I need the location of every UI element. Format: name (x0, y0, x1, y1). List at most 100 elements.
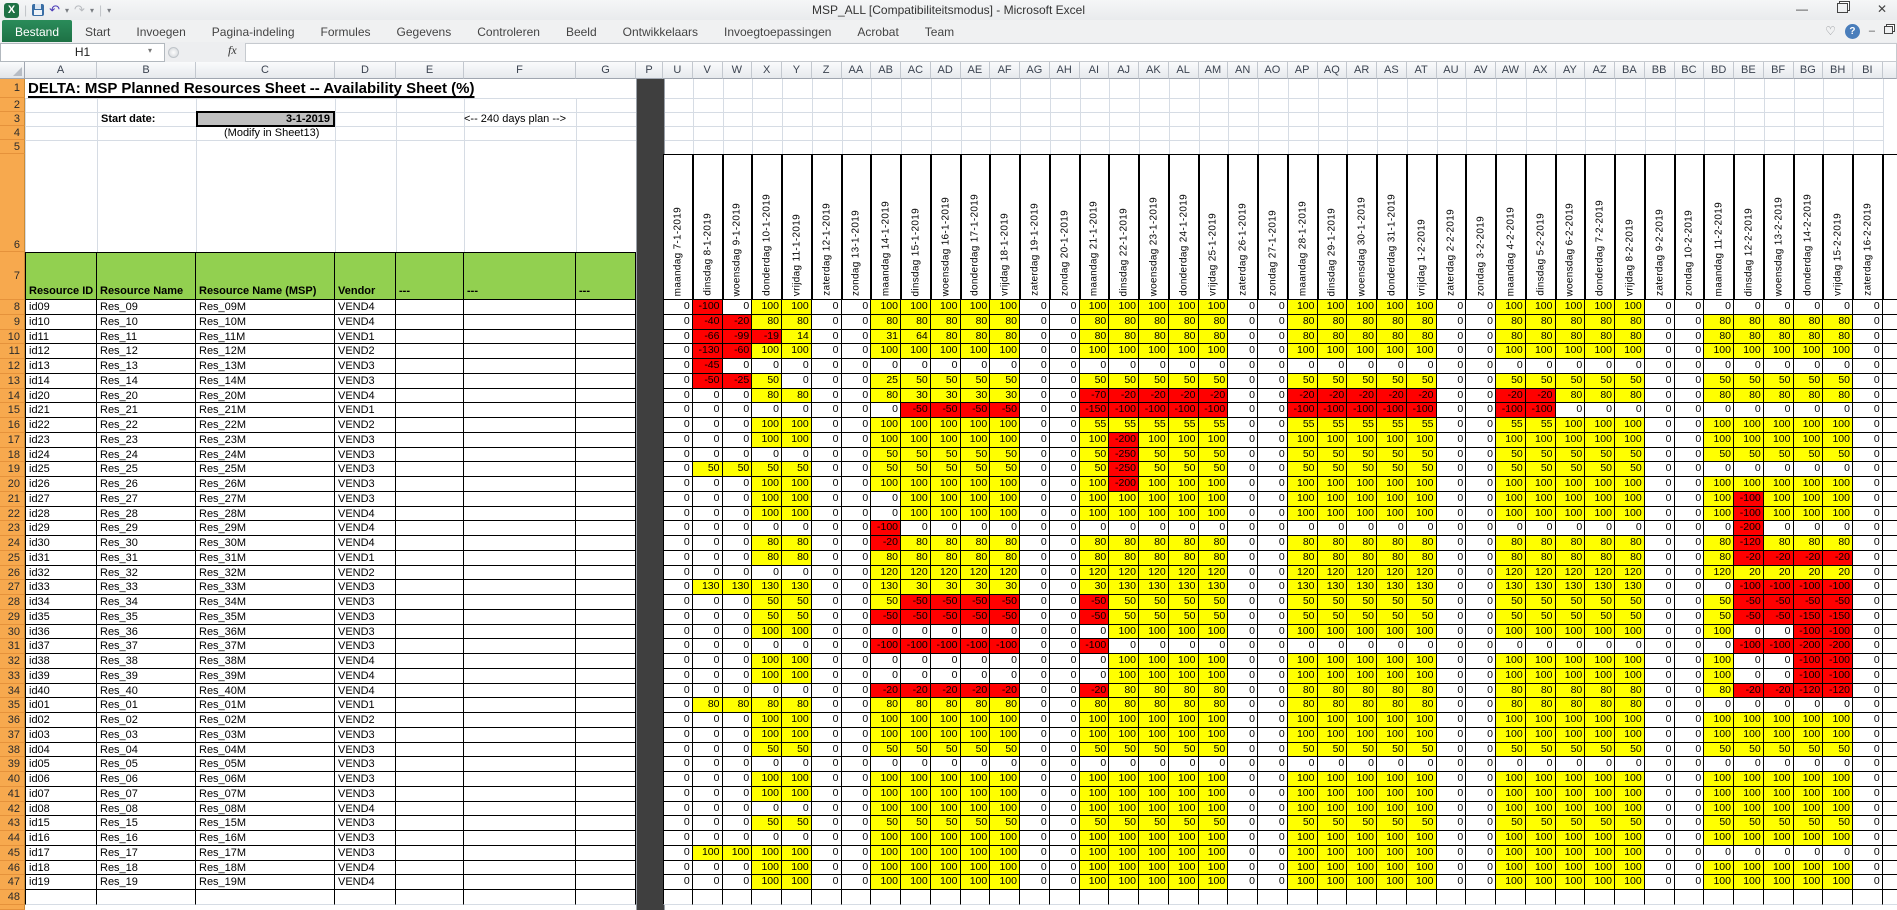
cell-AN36[interactable]: 0 (1228, 713, 1258, 728)
cell-F42[interactable] (464, 802, 576, 817)
select-all-corner[interactable] (0, 62, 25, 79)
cell-AG24[interactable]: 0 (1020, 536, 1050, 551)
cell-G29[interactable] (576, 610, 636, 625)
cell-AS38[interactable]: 50 (1377, 743, 1407, 758)
cell-G8[interactable] (576, 300, 636, 315)
cell-BD30[interactable]: 100 (1704, 625, 1734, 640)
cell-partial-29[interactable] (1883, 610, 1897, 625)
cell-X43[interactable]: 50 (752, 816, 782, 831)
cell-AD31[interactable]: -100 (931, 639, 961, 654)
cell-AQ11[interactable]: 100 (1318, 344, 1348, 359)
cell-BB18[interactable]: 0 (1645, 448, 1675, 463)
cell-AO26[interactable]: 0 (1258, 566, 1288, 581)
cell-E27[interactable] (396, 580, 464, 595)
cell-AT9[interactable]: 80 (1407, 315, 1437, 330)
cell-BG21[interactable]: 100 (1794, 492, 1824, 507)
cell-BG22[interactable]: 100 (1794, 507, 1824, 522)
cell-F23[interactable] (464, 521, 576, 536)
cell-A25[interactable]: id31 (25, 551, 97, 566)
cell-BC13[interactable]: 0 (1675, 374, 1705, 389)
cell-B28[interactable]: Res_34 (97, 595, 196, 610)
cell-AQ18[interactable]: 50 (1318, 448, 1348, 463)
cell-BF23[interactable]: 0 (1764, 521, 1794, 536)
cell-AR42[interactable]: 100 (1347, 802, 1377, 817)
cell-AK21[interactable]: 100 (1139, 492, 1169, 507)
cell-AY24[interactable]: 80 (1556, 536, 1586, 551)
cell-AM38[interactable]: 50 (1199, 743, 1229, 758)
cell-AT27[interactable]: 130 (1407, 580, 1437, 595)
cell-AW28[interactable]: 50 (1496, 595, 1526, 610)
cell-BC33[interactable]: 0 (1675, 669, 1705, 684)
cell-BH44[interactable]: 100 (1823, 831, 1853, 846)
cell-E45[interactable] (396, 846, 464, 861)
cell-AJ16[interactable]: 55 (1109, 418, 1139, 433)
cell-W35[interactable]: 80 (723, 698, 753, 713)
cell-AN42[interactable]: 0 (1228, 802, 1258, 817)
cell-G13[interactable] (576, 374, 636, 389)
cell-AT34[interactable]: 80 (1407, 684, 1437, 699)
cell-BF29[interactable]: -50 (1764, 610, 1794, 625)
cell-D39[interactable]: VEND3 (335, 757, 396, 772)
cell-V39[interactable]: 0 (693, 757, 723, 772)
cell-AP25[interactable]: 80 (1288, 551, 1318, 566)
cell-AL41[interactable]: 100 (1169, 787, 1199, 802)
cell-AE37[interactable]: 100 (961, 728, 991, 743)
cell-AI26[interactable]: 120 (1080, 566, 1110, 581)
cell-C35[interactable]: Res_01M (196, 698, 335, 713)
col-header-BD[interactable]: BD (1704, 62, 1734, 79)
cell-BA31[interactable]: 0 (1615, 639, 1645, 654)
cell-U42[interactable]: 0 (663, 802, 693, 817)
cell-AT45[interactable]: 100 (1407, 846, 1437, 861)
cell-AC43[interactable]: 50 (901, 816, 931, 831)
cell-AQ25[interactable]: 80 (1318, 551, 1348, 566)
cell-AL33[interactable]: 100 (1169, 669, 1199, 684)
cell-AK34[interactable]: 80 (1139, 684, 1169, 699)
cell-AR27[interactable]: 130 (1347, 580, 1377, 595)
cell-BB15[interactable]: 0 (1645, 403, 1675, 418)
cell-A44[interactable]: id16 (25, 831, 97, 846)
cell-BE25[interactable]: -20 (1734, 551, 1764, 566)
cell-X35[interactable]: 80 (752, 698, 782, 713)
cell-AA22[interactable]: 0 (842, 507, 872, 522)
cell-AA43[interactable]: 0 (842, 816, 872, 831)
cell-AP22[interactable]: 100 (1288, 507, 1318, 522)
cell-E9[interactable] (396, 315, 464, 330)
cell-G43[interactable] (576, 816, 636, 831)
cell-BG13[interactable]: 50 (1794, 374, 1824, 389)
cell-X39[interactable]: 0 (752, 757, 782, 772)
cell-BI26[interactable]: 0 (1853, 566, 1883, 581)
cell-BG17[interactable]: 100 (1794, 433, 1824, 448)
row-header-41[interactable]: 41 (0, 787, 25, 802)
cell-BG9[interactable]: 80 (1794, 315, 1824, 330)
cell-AZ18[interactable]: 50 (1585, 448, 1615, 463)
cell-AF34[interactable]: -20 (990, 684, 1020, 699)
cell-B12[interactable]: Res_13 (97, 359, 196, 374)
cell-BD46[interactable]: 100 (1704, 861, 1734, 876)
cell-AD24[interactable]: 80 (931, 536, 961, 551)
cell-partial-26[interactable] (1883, 566, 1897, 581)
cell-AX44[interactable]: 100 (1526, 831, 1556, 846)
cell-AM28[interactable]: 50 (1199, 595, 1229, 610)
cell-BG34[interactable]: -120 (1794, 684, 1824, 699)
cell-AA46[interactable]: 0 (842, 861, 872, 876)
cell-G17[interactable] (576, 433, 636, 448)
cell-AT33[interactable]: 100 (1407, 669, 1437, 684)
cell-BI39[interactable]: 0 (1853, 757, 1883, 772)
cell-AH12[interactable]: 0 (1050, 359, 1080, 374)
col-header-AU[interactable]: AU (1437, 62, 1467, 79)
row-header-25[interactable]: 25 (0, 551, 25, 566)
cell-E22[interactable] (396, 507, 464, 522)
cell-AS48[interactable] (1377, 890, 1407, 905)
cell-AK30[interactable]: 100 (1139, 625, 1169, 640)
cell-AI23[interactable]: 0 (1080, 521, 1110, 536)
cell-AD42[interactable]: 100 (931, 802, 961, 817)
cell-AI19[interactable]: 50 (1080, 462, 1110, 477)
cell-AT30[interactable]: 100 (1407, 625, 1437, 640)
cell-AG48[interactable] (1020, 890, 1050, 905)
cell-BF22[interactable]: 100 (1764, 507, 1794, 522)
cell-AK46[interactable]: 100 (1139, 861, 1169, 876)
cell-BE21[interactable]: -100 (1734, 492, 1764, 507)
cell-BG26[interactable]: 20 (1794, 566, 1824, 581)
cell-AY47[interactable]: 100 (1556, 875, 1586, 890)
cell-Z31[interactable]: 0 (812, 639, 842, 654)
